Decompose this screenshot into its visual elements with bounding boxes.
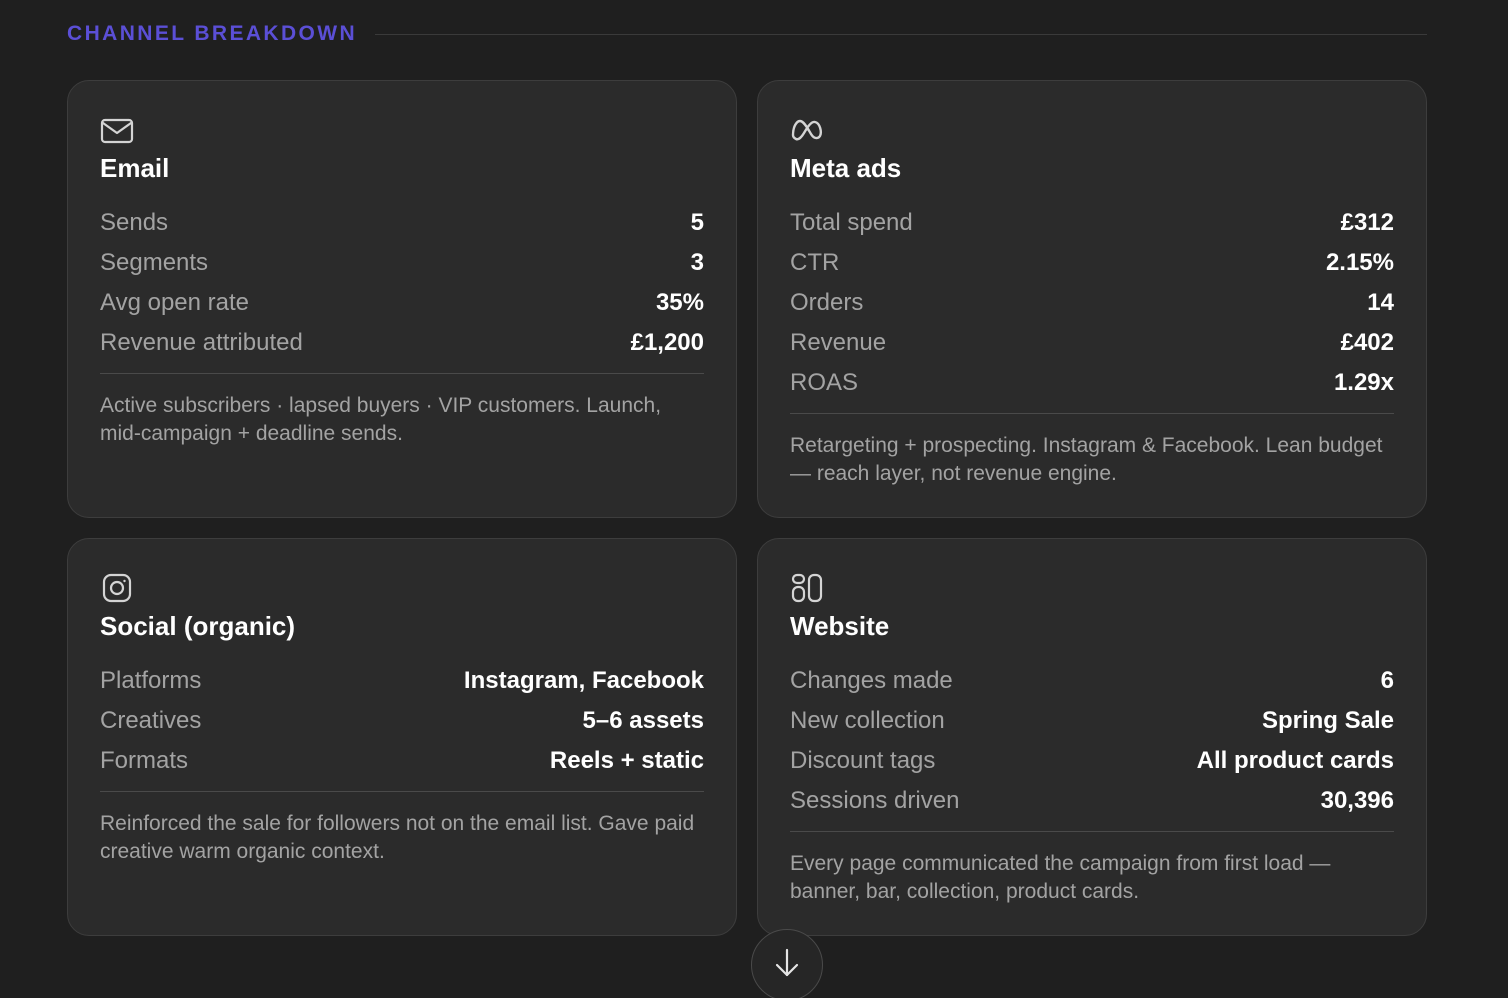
stat-row: CTR 2.15%	[790, 243, 1394, 283]
card-title: Meta ads	[790, 153, 902, 183]
card-divider	[100, 791, 704, 792]
scroll-down-button[interactable]	[751, 929, 823, 998]
card-note: Retargeting + prospecting. Instagram & F…	[790, 434, 1383, 485]
stat-label: Changes made	[790, 667, 953, 694]
stat-row: Segments 3	[100, 243, 704, 283]
stat-row: Avg open rate 35%	[100, 283, 704, 323]
card-note: Active subscribers · lapsed buyers · VIP…	[100, 394, 662, 445]
stat-row: Creatives 5–6 assets	[100, 701, 704, 741]
email-card: Email Sends 5 Segments 3 Avg open rate 3…	[67, 80, 737, 518]
stat-row: Revenue £402	[790, 323, 1394, 363]
section-header: CHANNEL BREAKDOWN	[67, 20, 1427, 48]
stat-label: Segments	[100, 249, 209, 276]
card-divider	[790, 831, 1394, 832]
stat-value: 5–6 assets	[582, 707, 704, 734]
stats-list: Changes made 6 New collection Spring Sal…	[790, 661, 1394, 821]
stat-label: Avg open rate	[100, 289, 250, 316]
meta-icon	[790, 115, 824, 145]
section-title: CHANNEL BREAKDOWN	[67, 22, 358, 45]
mail-icon	[100, 115, 134, 145]
stat-value: Spring Sale	[1261, 707, 1394, 734]
stat-label: Total spend	[790, 209, 913, 236]
stat-label: Formats	[100, 747, 189, 774]
card-note: Every page communicated the campaign fro…	[790, 852, 1331, 903]
stat-label: New collection	[790, 707, 945, 734]
stat-row: Formats Reels + static	[100, 741, 704, 781]
section-divider	[375, 33, 1427, 35]
stat-value: 1.29x	[1333, 369, 1394, 396]
stat-value: £312	[1340, 209, 1394, 236]
meta-ads-card: Meta ads Total spend £312 CTR 2.15% Orde…	[757, 80, 1427, 518]
stat-row: Platforms Instagram, Facebook	[100, 661, 704, 701]
stat-value: 6	[1380, 667, 1394, 694]
stats-list: Platforms Instagram, Facebook Creatives …	[100, 661, 704, 781]
card-divider	[100, 373, 704, 374]
stat-value: Reels + static	[549, 747, 704, 774]
social-card: Social (organic) Platforms Instagram, Fa…	[67, 538, 737, 936]
stat-label: Creatives	[100, 707, 202, 734]
stat-row: New collection Spring Sale	[790, 701, 1394, 741]
stat-value: 14	[1367, 289, 1394, 316]
stat-label: Sessions driven	[790, 787, 960, 814]
instagram-icon	[100, 573, 134, 603]
stat-row: Total spend £312	[790, 203, 1394, 243]
stat-label: Discount tags	[790, 747, 936, 774]
card-title: Website	[790, 611, 890, 641]
arrow-down-icon	[774, 947, 800, 984]
stat-label: Sends	[100, 209, 169, 236]
stat-value: 2.15%	[1325, 249, 1394, 276]
stats-list: Total spend £312 CTR 2.15% Orders 14 Rev…	[790, 203, 1394, 403]
stat-row: Sends 5	[100, 203, 704, 243]
stat-value: £1,200	[630, 329, 704, 356]
stat-row: Sessions driven 30,396	[790, 781, 1394, 821]
stat-row: ROAS 1.29x	[790, 363, 1394, 403]
page: CHANNEL BREAKDOWN Email Sends 5 Segments…	[0, 0, 1508, 998]
stat-label: ROAS	[790, 369, 859, 396]
card-title: Social (organic)	[100, 611, 296, 641]
stats-list: Sends 5 Segments 3 Avg open rate 35% Rev…	[100, 203, 704, 363]
stat-value: £402	[1340, 329, 1394, 356]
stat-row: Changes made 6	[790, 661, 1394, 701]
stat-value: 3	[690, 249, 704, 276]
stat-label: Orders	[790, 289, 864, 316]
stat-row: Revenue attributed £1,200	[100, 323, 704, 363]
stat-value: 5	[690, 209, 704, 236]
stat-value: Instagram, Facebook	[463, 667, 704, 694]
card-divider	[790, 413, 1394, 414]
website-icon	[790, 573, 824, 603]
stat-value: 35%	[655, 289, 704, 316]
stat-row: Orders 14	[790, 283, 1394, 323]
card-note: Reinforced the sale for followers not on…	[100, 812, 695, 863]
stat-label: Revenue	[790, 329, 887, 356]
stat-label: Platforms	[100, 667, 202, 694]
stat-row: Discount tags All product cards	[790, 741, 1394, 781]
stat-value: All product cards	[1196, 747, 1394, 774]
stat-value: 30,396	[1320, 787, 1394, 814]
stat-label: CTR	[790, 249, 840, 276]
website-card: Website Changes made 6 New collection Sp…	[757, 538, 1427, 936]
stat-label: Revenue attributed	[100, 329, 303, 356]
card-title: Email	[100, 153, 170, 183]
